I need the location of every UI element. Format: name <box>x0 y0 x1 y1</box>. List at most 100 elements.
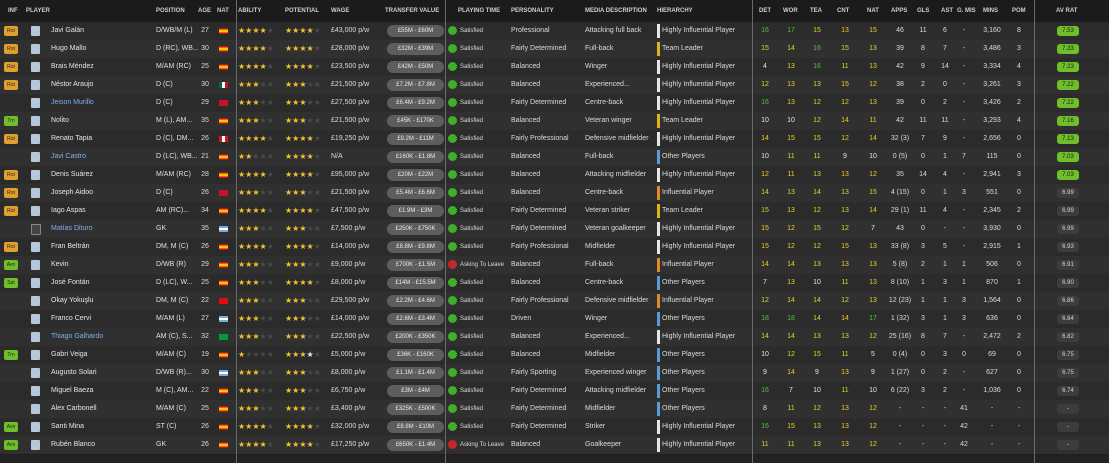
transfer-value-pill[interactable]: £1.9M - £3M <box>387 205 444 217</box>
col-transfer-value[interactable]: TRANSFER VALUE <box>385 8 439 14</box>
table-row[interactable]: Augusto Solari D/WB (R)... 30 ★★★★★ ★★★★★ £8,… <box>0 364 1109 383</box>
transfer-value-pill[interactable]: £700K - £1.5M <box>387 259 444 271</box>
col-media-description[interactable]: MEDIA DESCRIPTION <box>585 8 647 14</box>
table-row[interactable]: Rot Javi Galán D/WB/M (L) 27 ★★★★★ ★★★★★ £43,0… <box>0 22 1109 41</box>
player-name-link[interactable]: Kevin <box>51 256 151 274</box>
nation-flag-icon[interactable] <box>219 226 228 232</box>
nation-flag-icon[interactable] <box>219 388 228 394</box>
col-mins[interactable]: MINS <box>983 8 998 14</box>
table-row[interactable]: Miguel Baeza M (C), AM... 22 ★★★★★ ★★★★★ £6,7… <box>0 382 1109 401</box>
player-name-link[interactable]: Rubén Blanco <box>51 436 151 454</box>
player-name-link[interactable]: Hugo Mallo <box>51 40 151 58</box>
nation-flag-icon[interactable] <box>219 172 228 178</box>
col-cnt[interactable]: CNT <box>837 8 849 14</box>
table-row[interactable]: Thiago Galhardo AM (C), S... 32 ★★★★★ ★★★★★ £… <box>0 328 1109 347</box>
col-inf[interactable]: INF <box>8 8 18 14</box>
transfer-value-pill[interactable]: £3M - £4M <box>387 385 444 397</box>
player-name-link[interactable]: Javi Galán <box>51 22 151 40</box>
nation-flag-icon[interactable] <box>219 406 228 412</box>
player-name-link[interactable]: Gabri Veiga <box>51 346 151 364</box>
transfer-value-pill[interactable]: £160K - £1.8M <box>387 151 444 163</box>
col-det[interactable]: DET <box>759 8 771 14</box>
col-position[interactable]: POSITION <box>156 8 185 14</box>
col-age[interactable]: AGE <box>198 8 211 14</box>
col-ability[interactable]: ABILITY <box>238 8 261 14</box>
nation-flag-icon[interactable] <box>219 244 228 250</box>
nation-flag-icon[interactable] <box>219 280 228 286</box>
table-row[interactable]: Avn Kevin D/WB (R) 29 ★★★★★ ★★★★★ £9,000 p/w £7… <box>0 256 1109 275</box>
nation-flag-icon[interactable] <box>219 334 228 340</box>
nation-flag-icon[interactable] <box>219 64 228 70</box>
col-hierarchy[interactable]: HIERARCHY <box>657 8 693 14</box>
player-name-link[interactable]: Brais Méndez <box>51 58 151 76</box>
nation-flag-icon[interactable] <box>219 208 228 214</box>
nation-flag-icon[interactable] <box>219 154 228 160</box>
nation-flag-icon[interactable] <box>219 442 228 448</box>
col-tea[interactable]: TEA <box>810 8 822 14</box>
table-row[interactable]: Rot Iago Aspas AM (RC)... 34 ★★★★★ ★★★★★ £47,5… <box>0 202 1109 221</box>
player-name-link[interactable]: Fran Beltrán <box>51 238 151 256</box>
nation-flag-icon[interactable] <box>219 190 228 196</box>
transfer-value-pill[interactable]: £325K - £500K <box>387 403 444 415</box>
table-row[interactable]: Avn Rubén Blanco GK 26 ★★★★★ ★★★★★ £17,250 p/w… <box>0 436 1109 455</box>
transfer-value-pill[interactable]: £250K - £750K <box>387 223 444 235</box>
table-row[interactable]: Trn Nolito M (L), AM... 35 ★★★★★ ★★★★★ £21,500… <box>0 112 1109 131</box>
table-row[interactable]: Rot Renato Tapia D (C), DM... 26 ★★★★★ ★★★★★ £… <box>0 130 1109 149</box>
nation-flag-icon[interactable] <box>219 262 228 268</box>
transfer-value-pill[interactable]: £45K - £170K <box>387 115 444 127</box>
player-name-link[interactable]: Néstor Araujo <box>51 76 151 94</box>
nation-flag-icon[interactable] <box>219 46 228 52</box>
transfer-value-pill[interactable]: £14M - £15.5M <box>387 277 444 289</box>
table-row[interactable]: Avn Santi Mina ST (C) 26 ★★★★★ ★★★★★ £32,000 p… <box>0 418 1109 437</box>
nation-flag-icon[interactable] <box>219 118 228 124</box>
col-personality[interactable]: PERSONALITY <box>511 8 554 14</box>
transfer-value-pill[interactable]: £1.1M - £1.4M <box>387 367 444 379</box>
player-name-link[interactable]: Augusto Solari <box>51 364 151 382</box>
transfer-value-pill[interactable]: £2.6M - £3.4M <box>387 313 444 325</box>
col-player[interactable]: PLAYER <box>26 8 50 14</box>
table-row[interactable]: Rot Denis Suárez M/AM (RC) 28 ★★★★★ ★★★★★ £95,… <box>0 166 1109 185</box>
player-name-link[interactable]: Nolito <box>51 112 151 130</box>
player-name-link[interactable]: José Fontán <box>51 274 151 292</box>
player-name-link[interactable]: Santi Mina <box>51 418 151 436</box>
table-row[interactable]: Jeison Murillo D (C) 29 ★★★★★ ★★★★★ £27,500 p… <box>0 94 1109 113</box>
table-row[interactable]: Rot Brais Méndez M/AM (RC) 25 ★★★★★ ★★★★★ £23,… <box>0 58 1109 77</box>
player-name-link[interactable]: Matías Dituro <box>51 220 151 238</box>
nation-flag-icon[interactable] <box>219 352 228 358</box>
transfer-value-pill[interactable]: £7.2M - £7.8M <box>387 79 444 91</box>
nation-flag-icon[interactable] <box>219 100 228 106</box>
col-potential[interactable]: POTENTIAL <box>285 8 319 14</box>
transfer-value-pill[interactable]: £32M - £39M <box>387 43 444 55</box>
transfer-value-pill[interactable]: £6.4M - £9.2M <box>387 97 444 109</box>
transfer-value-pill[interactable]: £5.4M - £6.6M <box>387 187 444 199</box>
player-name-link[interactable]: Miguel Baeza <box>51 382 151 400</box>
transfer-value-pill[interactable]: £8.8M - £10M <box>387 421 444 433</box>
nation-flag-icon[interactable] <box>219 424 228 430</box>
player-name-link[interactable]: Thiago Galhardo <box>51 328 151 346</box>
player-name-link[interactable]: Javi Castro <box>51 148 151 166</box>
col-ast[interactable]: AST <box>941 8 953 14</box>
col-nat[interactable]: NAT <box>217 8 229 14</box>
transfer-value-pill[interactable]: £200K - £350K <box>387 331 444 343</box>
col-nat2[interactable]: NAT <box>867 8 879 14</box>
player-name-link[interactable]: Okay Yokuşlu <box>51 292 151 310</box>
transfer-value-pill[interactable]: £2.2M - £4.6M <box>387 295 444 307</box>
col-gmis[interactable]: G. MIS <box>957 8 976 14</box>
nation-flag-icon[interactable] <box>219 28 228 34</box>
transfer-value-pill[interactable]: £42M - £50M <box>387 61 444 73</box>
col-playing-time[interactable]: PLAYING TIME <box>458 8 500 14</box>
table-row[interactable]: Okay Yokuşlu DM, M (C) 22 ★★★★★ ★★★★★ £29,500… <box>0 292 1109 311</box>
player-name-link[interactable]: Joseph Aidoo <box>51 184 151 202</box>
table-row[interactable]: Rot Joseph Aidoo D (C) 26 ★★★★★ ★★★★★ £21,500 … <box>0 184 1109 203</box>
col-gls[interactable]: GLS <box>917 8 929 14</box>
player-name-link[interactable]: Alex Carbonell <box>51 400 151 418</box>
nation-flag-icon[interactable] <box>219 136 228 142</box>
transfer-value-pill[interactable]: £55M - £60M <box>387 25 444 37</box>
transfer-value-pill[interactable]: £36K - £160K <box>387 349 444 361</box>
transfer-value-pill[interactable]: £9.2M - £11M <box>387 133 444 145</box>
nation-flag-icon[interactable] <box>219 298 228 304</box>
player-name-link[interactable]: Franco Cervi <box>51 310 151 328</box>
table-row[interactable]: Matías Dituro GK 35 ★★★★★ ★★★★★ £7,500 p/w £25… <box>0 220 1109 239</box>
nation-flag-icon[interactable] <box>219 316 228 322</box>
transfer-value-pill[interactable]: £8.8M - £9.8M <box>387 241 444 253</box>
